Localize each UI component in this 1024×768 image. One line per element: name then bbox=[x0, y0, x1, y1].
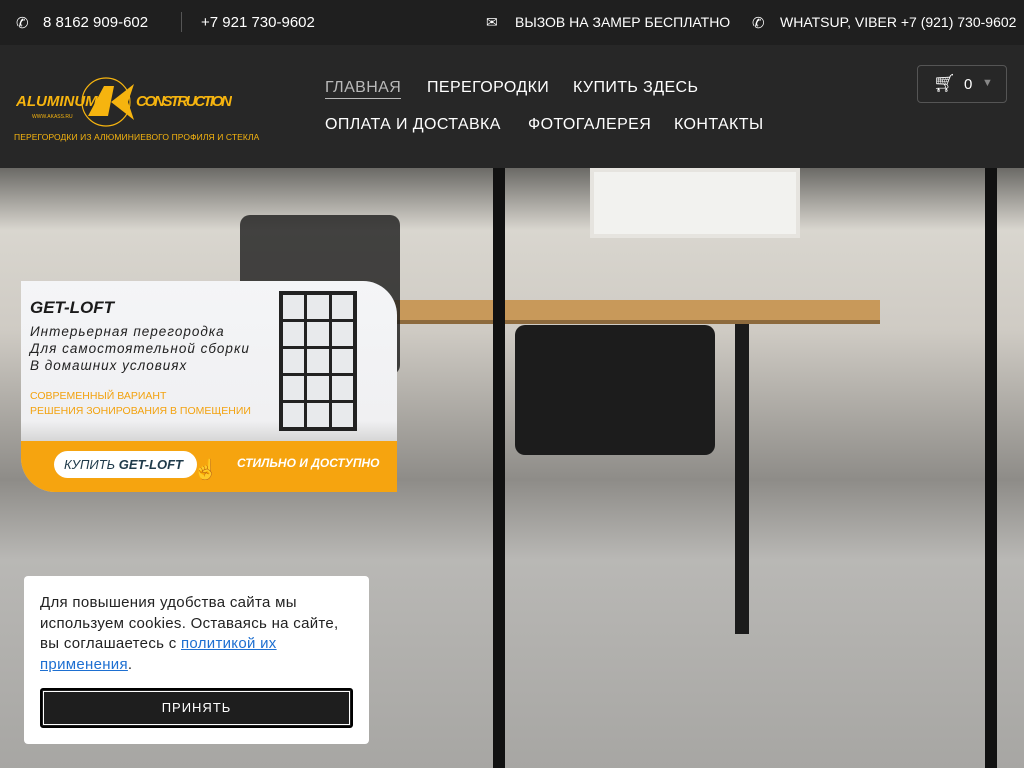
logo-left: ALUMINUM bbox=[16, 93, 98, 110]
chevron-down-icon: ▼ bbox=[982, 77, 993, 89]
get-loft-banner[interactable]: GET-LOFT Интерьерная перегородка Для само… bbox=[21, 281, 397, 492]
logo[interactable]: ALUMINUM CONSTRUCTION WWW.AKASS.RU bbox=[16, 76, 232, 128]
nav-contacts[interactable]: КОНТАКТЫ bbox=[674, 116, 764, 134]
cart-button[interactable]: 🛒︎ 0 ▼ bbox=[917, 65, 1007, 103]
table-leg bbox=[735, 324, 749, 634]
hero-table bbox=[380, 300, 880, 324]
logo-site: WWW.AKASS.RU bbox=[32, 114, 73, 120]
cart-icon: 🛒︎ bbox=[933, 73, 956, 93]
nav-buy[interactable]: КУПИТЬ ЗДЕСЬ bbox=[573, 79, 698, 97]
logo-right: CONSTRUCTION bbox=[136, 93, 232, 110]
messenger-link[interactable]: WHATSUP, VIBER +7 (921) 730-9602 bbox=[780, 14, 1016, 30]
glass-frame bbox=[985, 168, 997, 768]
phone-2[interactable]: +7 921 730-9602 bbox=[201, 14, 315, 31]
cookie-text: Для повышения удобства сайта мы использу… bbox=[40, 594, 339, 673]
mail-icon: ✉ bbox=[486, 14, 498, 30]
banner-offer: СОВРЕМЕННЫЙ ВАРИАНТ РЕШЕНИЯ ЗОНИРОВАНИЯ В… bbox=[30, 390, 251, 417]
divider bbox=[181, 12, 182, 32]
phone-icon: ✆ bbox=[752, 15, 765, 32]
partition-image bbox=[279, 291, 357, 431]
accept-button[interactable]: ПРИНЯТЬ bbox=[40, 688, 353, 728]
measure-link[interactable]: ВЫЗОВ НА ЗАМЕР БЕСПЛАТНО bbox=[515, 14, 730, 30]
banner-subtitle: Интерьерная перегородка Для самостоятельн… bbox=[30, 324, 250, 373]
hero-chair bbox=[515, 325, 715, 455]
nav-home[interactable]: ГЛАВНАЯ bbox=[325, 79, 402, 99]
logo-tagline: ПЕРЕГОРОДКИ ИЗ АЛЮМИНИЕВОГО ПРОФИЛЯ И СТ… bbox=[14, 132, 260, 142]
glass-frame bbox=[493, 168, 505, 768]
buy-get-loft-button[interactable]: КУПИТЬ GET-LOFT bbox=[54, 451, 197, 478]
hero-window bbox=[590, 168, 800, 238]
hand-pointer-icon: ☝ bbox=[193, 459, 218, 481]
nav-partitions[interactable]: ПЕРЕГОРОДКИ bbox=[427, 79, 549, 97]
top-bar: ✆ 8 8162 909-602 +7 921 730-9602 ✉ ВЫЗОВ… bbox=[0, 0, 1024, 45]
banner-slogan: СТИЛЬНО И ДОСТУПНО bbox=[237, 456, 380, 470]
phone-icon: ✆ bbox=[16, 15, 29, 32]
nav-payment-delivery[interactable]: ОПЛАТА И ДОСТАВКА bbox=[325, 116, 501, 134]
nav-gallery[interactable]: ФОТОГАЛЕРЕЯ bbox=[528, 116, 651, 134]
banner-title: GET-LOFT bbox=[30, 298, 115, 317]
phone-1[interactable]: 8 8162 909-602 bbox=[43, 14, 148, 31]
cookie-notice: Для повышения удобства сайта мы использу… bbox=[24, 576, 369, 744]
cart-count: 0 bbox=[964, 76, 973, 93]
